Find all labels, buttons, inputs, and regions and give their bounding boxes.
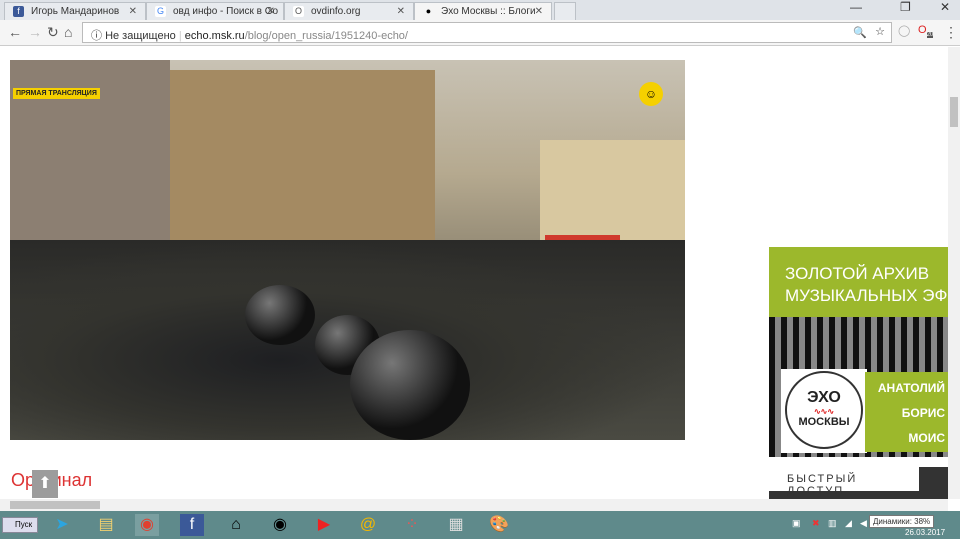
- tray-network-icon[interactable]: ▥: [828, 518, 837, 529]
- close-icon[interactable]: ✕: [129, 6, 137, 17]
- telegram-icon[interactable]: ➤: [50, 514, 74, 536]
- clock-date[interactable]: 26.03.2017: [905, 528, 945, 537]
- tab-facebook[interactable]: f Игорь Мандаринов ✕: [4, 2, 146, 20]
- address-bar[interactable]: ⓘ Не защищено | echo.msk.ru/blog/open_ru…: [82, 22, 892, 43]
- scroll-to-top-button[interactable]: ⬆: [32, 470, 58, 498]
- page-icon: O: [293, 6, 304, 17]
- echo-moscow-logo: ЭХО ∿∿∿ МОСКВЫ: [781, 369, 867, 453]
- back-button[interactable]: ←: [8, 24, 22, 40]
- start-button[interactable]: Пуск: [2, 517, 38, 533]
- apps-icon[interactable]: ⁘: [400, 514, 424, 536]
- close-icon[interactable]: ✕: [535, 6, 543, 17]
- vertical-scrollbar[interactable]: [948, 47, 960, 499]
- tab-echo[interactable]: ● Эхо Москвы :: Блоги ✕: [414, 2, 552, 20]
- security-status: Не защищено: [105, 30, 176, 42]
- home-button[interactable]: ⌂: [64, 24, 72, 40]
- live-badge: ПРЯМАЯ ТРАНСЛЯЦИЯ: [13, 88, 100, 99]
- info-icon[interactable]: ⓘ: [91, 30, 102, 42]
- tab-bar: f Игорь Мандаринов ✕ Gовд инфо - Поиск в G…: [0, 0, 960, 20]
- forward-button[interactable]: →: [28, 24, 42, 40]
- tray-antivirus-icon[interactable]: ✖: [812, 518, 820, 529]
- photo-app-icon[interactable]: ▦: [444, 514, 468, 536]
- tab-ovdinfo[interactable]: Oovdinfo.org ✕: [284, 2, 414, 20]
- mail-icon[interactable]: @: [356, 514, 380, 536]
- horizontal-scrollbar[interactable]: [0, 499, 948, 511]
- echo-icon: ●: [423, 6, 434, 17]
- page-content: ПРЯМАЯ ТРАНСЛЯЦИЯ ☺ Оригинал ⬆ ЗОЛОТОЙ А…: [0, 47, 948, 499]
- browser-toolbar: ← → ↻ ⌂ ⓘ Не защищено | echo.msk.ru/blog…: [0, 20, 960, 46]
- extension-icon[interactable]: ◯: [898, 24, 910, 37]
- bookmark-star-icon[interactable]: ☆: [875, 25, 885, 38]
- file-explorer-icon[interactable]: ▤: [94, 514, 118, 536]
- tab-google[interactable]: Gовд инфо - Поиск в Go ✕: [146, 2, 284, 20]
- opera-extension-icon[interactable]: O20: [918, 24, 934, 39]
- chrome-icon[interactable]: ◉: [135, 514, 159, 536]
- new-tab-button[interactable]: [554, 2, 576, 20]
- zoom-icon[interactable]: 🔍: [853, 26, 867, 39]
- menu-icon[interactable]: ⋮: [944, 24, 958, 41]
- taskbar: Пуск ➤ ▤ ◉ f ⌂ ◉ ▶ @ ⁘ ▦ 🎨 ▣ ✖ ▥ ◢ ◀: [0, 511, 960, 539]
- close-window-button[interactable]: ✕: [940, 0, 950, 14]
- volume-tooltip: Динамики: 38%: [869, 515, 935, 528]
- tray-icon[interactable]: ▣: [792, 518, 801, 529]
- youtube-icon[interactable]: ▶: [312, 514, 336, 536]
- facebook-icon: f: [13, 6, 24, 17]
- google-icon: G: [155, 6, 166, 17]
- speaker-icon[interactable]: ◀: [860, 518, 867, 529]
- close-icon[interactable]: ✕: [397, 6, 405, 17]
- ad-banner[interactable]: ЗОЛОТОЙ АРХИВ МУЗЫКАЛЬНЫХ ЭФИ ЭХО ∿∿∿ МОСКВ…: [769, 247, 948, 457]
- quick-access[interactable]: БЫСТРЫЙ ДОСТУП: [769, 467, 948, 499]
- echo-logo-icon: ☺: [639, 82, 663, 106]
- video-player[interactable]: ПРЯМАЯ ТРАНСЛЯЦИЯ ☺: [10, 60, 685, 440]
- paint-icon[interactable]: 🎨: [487, 514, 511, 536]
- close-icon[interactable]: ✕: [267, 6, 275, 17]
- minimize-button[interactable]: —: [850, 0, 862, 14]
- facebook-icon[interactable]: f: [180, 514, 204, 536]
- echo-app-icon[interactable]: ◉: [268, 514, 292, 536]
- home-icon[interactable]: ⌂: [224, 514, 248, 536]
- maximize-button[interactable]: ❐: [900, 0, 911, 14]
- signal-icon[interactable]: ◢: [845, 518, 852, 529]
- reload-button[interactable]: ↻: [47, 24, 59, 41]
